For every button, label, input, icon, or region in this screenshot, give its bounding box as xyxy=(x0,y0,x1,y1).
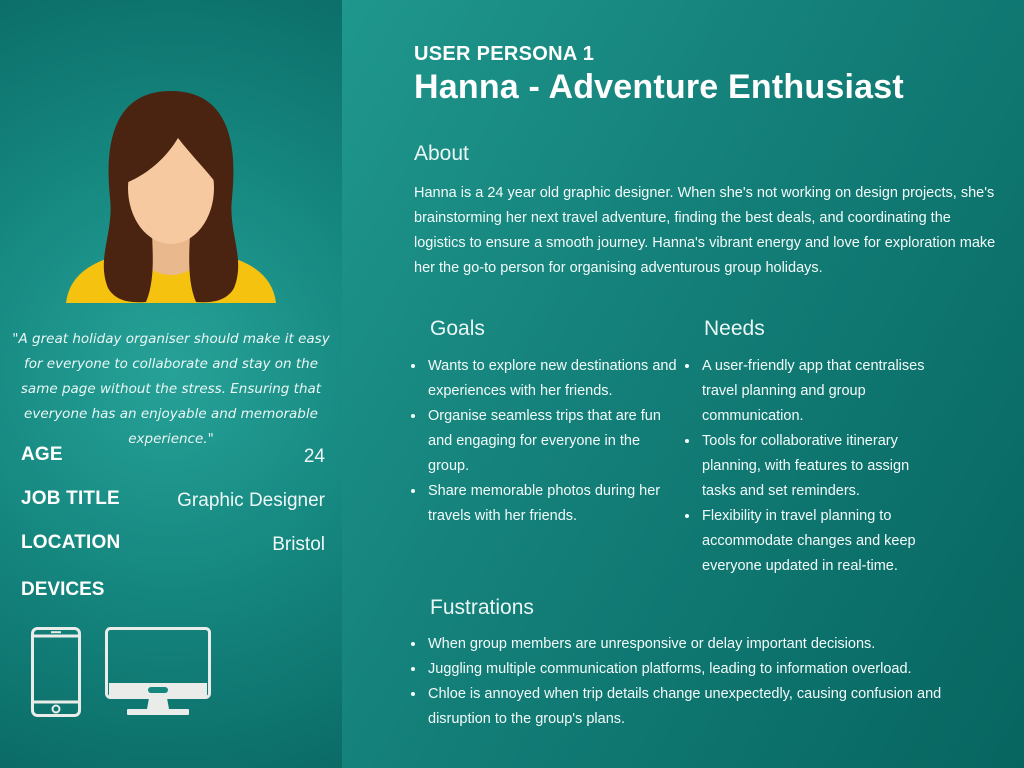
need-item: A user-friendly app that centralises tra… xyxy=(700,354,945,429)
age-row: AGE 24 xyxy=(21,444,325,474)
goal-item: Organise seamless trips that are fun and… xyxy=(426,404,678,479)
frustrations-heading: Fustrations xyxy=(430,596,534,619)
need-item: Tools for collaborative itinerary planni… xyxy=(700,429,945,504)
age-label: AGE xyxy=(21,444,63,465)
goal-item: Share memorable photos during her travel… xyxy=(426,479,678,529)
frustration-item: Juggling multiple communication platform… xyxy=(426,657,966,682)
location-value: Bristol xyxy=(272,534,325,555)
job-title-row: JOB TITLE Graphic Designer xyxy=(21,488,325,518)
phone-icon xyxy=(31,627,81,717)
persona-quote: "A great holiday organiser should make i… xyxy=(12,331,330,447)
goals-list: Wants to explore new destinations and ex… xyxy=(406,354,678,529)
devices-label: DEVICES xyxy=(21,579,105,600)
goals-heading: Goals xyxy=(430,317,485,340)
need-item: Flexibility in travel planning to accomm… xyxy=(700,504,945,579)
persona-sidebar: "A great holiday organiser should make i… xyxy=(0,0,342,768)
age-value: 24 xyxy=(303,446,325,467)
persona-title: Hanna - Adventure Enthusiast xyxy=(414,68,904,106)
needs-heading: Needs xyxy=(704,317,765,340)
job-title-label: JOB TITLE xyxy=(21,488,120,509)
persona-number: USER PERSONA 1 xyxy=(414,43,595,65)
monitor-icon xyxy=(105,627,211,715)
location-label: LOCATION xyxy=(21,532,121,553)
persona-avatar xyxy=(66,91,276,303)
frustration-item: Chloe is annoyed when trip details chang… xyxy=(426,682,966,732)
needs-list: A user-friendly app that centralises tra… xyxy=(680,354,945,579)
job-title-value: Graphic Designer xyxy=(177,490,325,511)
about-heading: About xyxy=(414,142,469,165)
location-row: LOCATION Bristol xyxy=(21,532,325,562)
frustration-item: When group members are unresponsive or d… xyxy=(426,632,966,657)
goal-item: Wants to explore new destinations and ex… xyxy=(426,354,678,404)
frustrations-list: When group members are unresponsive or d… xyxy=(406,632,966,732)
about-text: Hanna is a 24 year old graphic designer.… xyxy=(414,185,996,276)
